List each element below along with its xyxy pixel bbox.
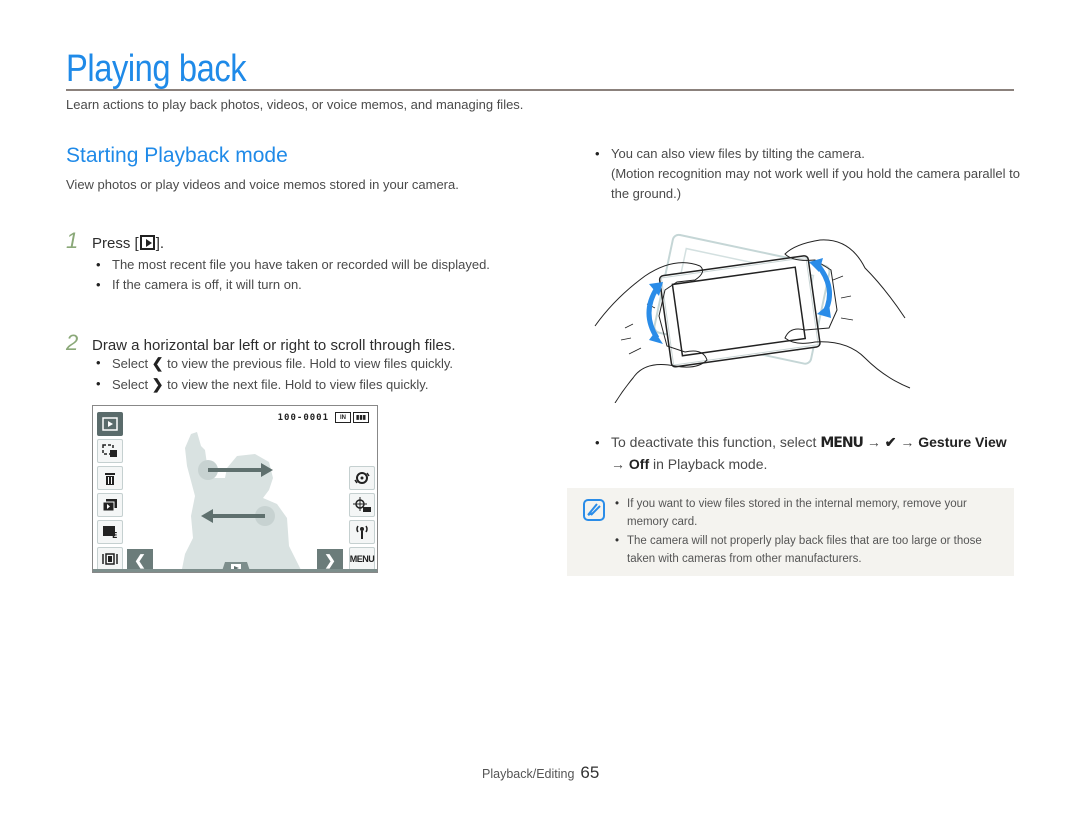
tilt-bullets: You can also view files by tilting the c… bbox=[591, 144, 1021, 204]
crosshair-icon bbox=[353, 497, 371, 512]
menu-label: MENU bbox=[349, 554, 375, 564]
step-2-bullets: Select ❮ to view the previous file. Hold… bbox=[92, 353, 512, 395]
arrow-icon: → bbox=[900, 434, 915, 450]
note-item: If you want to view files stored in the … bbox=[615, 495, 1005, 531]
person-silhouette-illustration bbox=[181, 432, 302, 572]
bullet-item: The most recent file you have taken or r… bbox=[92, 255, 492, 275]
section-description: View photos or play videos and voice mem… bbox=[66, 177, 459, 192]
note-icon bbox=[583, 499, 605, 521]
step-text-before: Press [ bbox=[92, 235, 139, 252]
chevron-left-icon: ❮ bbox=[151, 355, 164, 371]
bullet-item: Select ❯ to view the next file. Hold to … bbox=[92, 374, 512, 395]
wireless-icon bbox=[356, 525, 368, 539]
step-text: Draw a horizontal bar left or right to s… bbox=[92, 337, 456, 354]
bullet-text: to view the previous file. Hold to view … bbox=[167, 356, 454, 371]
deactivate-bullets: To deactivate this function, select MENU… bbox=[591, 432, 1021, 475]
deactivate-text: To deactivate this function, select bbox=[611, 434, 817, 450]
view-mode-icon bbox=[102, 553, 118, 565]
rotate-button[interactable] bbox=[349, 466, 375, 490]
arrow-icon: → bbox=[866, 434, 881, 450]
step-1: 1 Press []. bbox=[66, 228, 164, 254]
intro-text: Learn actions to play back photos, video… bbox=[66, 97, 524, 112]
gesture-view-option: Gesture View bbox=[918, 434, 1007, 450]
menu-key-icon: MENU bbox=[820, 435, 864, 451]
note-bullets: If you want to view files stored in the … bbox=[615, 495, 1005, 569]
slide-show-button[interactable] bbox=[97, 493, 123, 517]
edit-image-icon: E bbox=[103, 526, 117, 539]
bullet-item: You can also view files by tilting the c… bbox=[591, 144, 1021, 204]
tilt-text: You can also view files by tilting the c… bbox=[611, 146, 865, 161]
playback-mode-button[interactable] bbox=[97, 412, 123, 436]
file-number: 100-0001 bbox=[277, 413, 329, 423]
bullet-text: to view the next file. Hold to view file… bbox=[167, 377, 429, 392]
bullet-text: Select bbox=[112, 377, 149, 392]
slide-show-icon bbox=[102, 499, 117, 512]
off-option: Off bbox=[628, 456, 650, 472]
page-number: 65 bbox=[580, 763, 600, 782]
menu-button[interactable]: MENU bbox=[349, 547, 375, 571]
svg-text:E: E bbox=[112, 531, 117, 539]
checkmark-settings-icon: ✔ bbox=[884, 434, 897, 450]
battery-icon: ▮▮▮ bbox=[353, 412, 369, 423]
chevron-right-icon: ❯ bbox=[151, 376, 164, 392]
delete-button[interactable] bbox=[97, 466, 123, 490]
tilting-camera-illustration bbox=[594, 233, 911, 403]
page-title: Playing back bbox=[66, 48, 247, 90]
playback-icon bbox=[102, 417, 118, 431]
smart-album-icon bbox=[102, 444, 117, 457]
next-file-button[interactable]: ❯ bbox=[317, 549, 343, 571]
deactivate-suffix: in Playback mode. bbox=[653, 456, 768, 472]
edit-button[interactable]: E bbox=[97, 520, 123, 544]
camera-screen-illustration: 100-0001 IN ▮▮▮ E ❮ ❯ MENU bbox=[92, 405, 378, 573]
previous-file-button[interactable]: ❮ bbox=[127, 549, 153, 571]
internal-memory-icon: IN bbox=[335, 412, 351, 423]
step-text-after: ]. bbox=[155, 235, 165, 252]
smart-album-button[interactable] bbox=[97, 439, 123, 463]
note-item: The camera will not properly play back f… bbox=[615, 532, 1005, 568]
bullet-text: Select bbox=[112, 356, 149, 371]
playback-key-icon bbox=[139, 235, 155, 250]
wireless-button[interactable] bbox=[349, 520, 375, 544]
rotate-icon bbox=[354, 472, 370, 484]
bullet-item: To deactivate this function, select MENU… bbox=[591, 432, 1021, 475]
page-footer: Playback/Editing 65 bbox=[482, 763, 599, 783]
motion-note-text: (Motion recognition may not work well if… bbox=[611, 166, 1020, 201]
screen-bottom-bar bbox=[93, 569, 377, 572]
step-text: Press []. bbox=[92, 235, 164, 252]
status-icons: IN ▮▮▮ bbox=[335, 412, 369, 423]
section-title: Starting Playback mode bbox=[66, 144, 288, 167]
face-recognition-button[interactable] bbox=[349, 493, 375, 517]
title-rule bbox=[66, 89, 1014, 91]
bullet-item: Select ❮ to view the previous file. Hold… bbox=[92, 353, 512, 374]
step-1-bullets: The most recent file you have taken or r… bbox=[92, 255, 492, 295]
arrow-icon: → bbox=[611, 456, 625, 472]
step-number: 2 bbox=[66, 330, 79, 355]
note-box: If you want to view files stored in the … bbox=[567, 488, 1014, 576]
bullet-item: If the camera is off, it will turn on. bbox=[92, 275, 492, 295]
step-number: 1 bbox=[66, 228, 79, 253]
view-mode-button[interactable] bbox=[97, 547, 123, 571]
footer-section: Playback/Editing bbox=[482, 767, 575, 781]
trash-icon bbox=[105, 473, 115, 485]
